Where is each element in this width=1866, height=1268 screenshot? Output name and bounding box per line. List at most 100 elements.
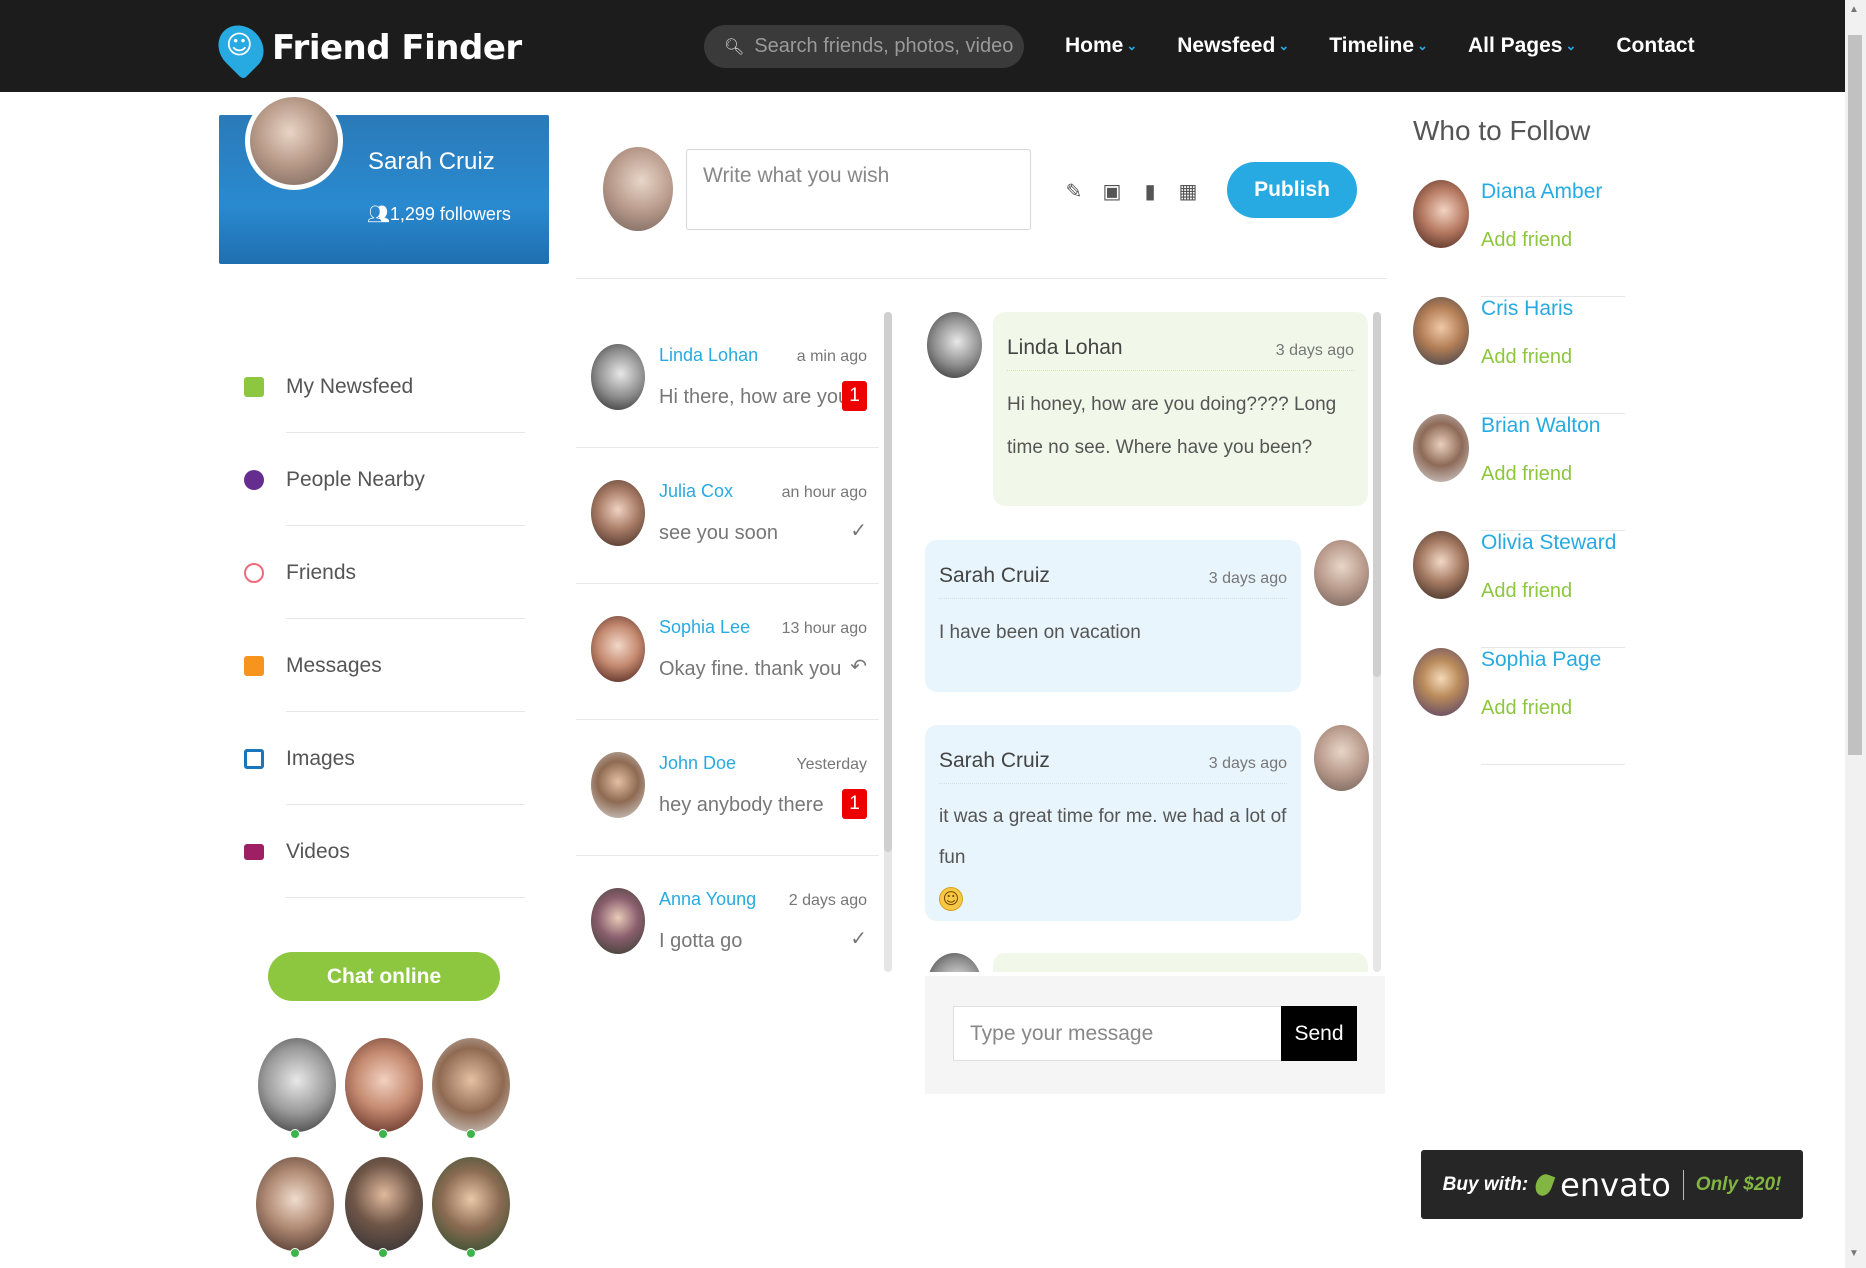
conversation-preview: Okay fine. thank you: [659, 658, 842, 680]
scroll-up-arrow-icon[interactable]: ▲: [1849, 4, 1859, 15]
conversation-name: John Doe: [659, 753, 737, 773]
post-input[interactable]: [686, 149, 1031, 230]
envato-brand: envato: [1560, 1165, 1671, 1204]
online-friend-avatar[interactable]: [345, 1038, 423, 1132]
page-scrollbar-thumb[interactable]: [1848, 35, 1862, 755]
image-icon[interactable]: ▣: [1102, 179, 1122, 203]
follow-avatar[interactable]: [1413, 297, 1469, 365]
sidebar-item-my-newsfeed[interactable]: My Newsfeed: [240, 340, 525, 433]
conversation-name: Julia Cox: [659, 481, 734, 501]
map-icon[interactable]: ▦: [1178, 179, 1198, 203]
conversation-time: a min ago: [796, 348, 867, 365]
add-friend-link[interactable]: Add friend: [1481, 580, 1572, 603]
online-status-dot: [466, 1129, 476, 1139]
add-friend-link[interactable]: Add friend: [1481, 346, 1572, 369]
edit-icon[interactable]: ✎: [1064, 179, 1084, 203]
add-friend-link[interactable]: Add friend: [1481, 697, 1572, 720]
scroll-down-arrow-icon[interactable]: ▼: [1849, 1248, 1859, 1259]
follow-avatar[interactable]: [1413, 648, 1469, 716]
publish-button[interactable]: Publish: [1227, 162, 1357, 218]
friends-icon: [244, 562, 264, 583]
video-camera-icon[interactable]: ▮: [1140, 179, 1160, 203]
follow-avatar[interactable]: [1413, 180, 1469, 248]
follow-suggestion: Diana Amber Add friend: [1413, 180, 1625, 297]
sidebar-item-people-nearby[interactable]: People Nearby: [240, 433, 525, 526]
online-friend-avatar[interactable]: [432, 1038, 510, 1132]
search-input[interactable]: [754, 35, 1015, 58]
search-box[interactable]: 🔍︎: [704, 25, 1024, 68]
follow-name[interactable]: Brian Walton: [1481, 414, 1600, 438]
post-author-avatar: [603, 147, 673, 231]
chevron-down-icon: ⌄: [1565, 38, 1577, 53]
message-bubble: [993, 953, 1368, 972]
newsfeed-icon: [244, 376, 264, 397]
profile-name[interactable]: Sarah Cruiz: [368, 148, 495, 176]
chat-online-button[interactable]: Chat online: [268, 952, 500, 1001]
follow-avatar[interactable]: [1413, 414, 1469, 482]
sidebar-menu: My Newsfeed People Nearby Friends Messag…: [240, 340, 525, 898]
online-status-dot: [378, 1248, 388, 1258]
conversation-item[interactable]: Anna Young 2 days ago I gotta go ✓: [576, 856, 879, 992]
conversation-scrollbar-thumb[interactable]: [884, 312, 892, 852]
message-avatar: [927, 312, 982, 378]
nav-timeline[interactable]: Timeline ⌄: [1329, 34, 1428, 58]
followers-icon: 👥︎: [367, 204, 390, 224]
conversation-avatar: [591, 480, 645, 546]
post-tools: ✎ ▣ ▮ ▦: [1064, 179, 1198, 203]
follow-avatar[interactable]: [1413, 531, 1469, 599]
top-navbar: Friend Finder 🔍︎ Home⌄ Newsfeed⌄ Timelin…: [0, 0, 1845, 92]
nav-all-pages-label: All Pages: [1467, 34, 1563, 57]
online-friend-avatar[interactable]: [345, 1157, 423, 1251]
nav-home[interactable]: Home ⌄: [1065, 34, 1137, 58]
message-author: Sarah Cruiz: [939, 749, 1050, 772]
add-friend-link[interactable]: Add friend: [1481, 229, 1572, 252]
online-friend-avatar[interactable]: [256, 1157, 334, 1251]
read-check-icon: ✓: [850, 926, 867, 950]
online-status-dot: [290, 1248, 300, 1258]
message-text-content: it was a great time for me. we had a lot…: [939, 806, 1287, 868]
follow-suggestion: Sophia Page Add friend: [1413, 648, 1625, 765]
nav-contact[interactable]: Contact: [1616, 34, 1694, 58]
message-input[interactable]: [953, 1006, 1283, 1061]
conversation-item[interactable]: Julia Cox an hour ago see you soon ✓: [576, 448, 879, 584]
online-status-dot: [466, 1248, 476, 1258]
conversation-item[interactable]: John Doe Yesterday hey anybody there 1: [576, 720, 879, 856]
follow-name[interactable]: Cris Haris: [1481, 297, 1573, 321]
logo[interactable]: Friend Finder: [209, 16, 522, 80]
sidebar-item-label: Images: [286, 746, 355, 770]
logo-icon: [209, 16, 273, 80]
chat-scrollbar-thumb[interactable]: [1373, 312, 1381, 677]
sidebar-item-images[interactable]: Images: [240, 712, 525, 805]
sidebar-item-messages[interactable]: Messages: [240, 619, 525, 712]
read-check-icon: ✓: [850, 518, 867, 542]
conversation-name: Linda Lohan: [659, 345, 759, 365]
envato-leaf-icon: [1532, 1171, 1556, 1198]
send-button[interactable]: Send: [1281, 1006, 1357, 1061]
conversation-list: Linda Lohan a min ago Hi there, how are …: [576, 312, 879, 992]
unread-badge: 1: [842, 381, 867, 411]
sidebar-item-friends[interactable]: Friends: [240, 526, 525, 619]
buy-with-envato-banner[interactable]: Buy with: envato Only $20!: [1421, 1150, 1803, 1219]
conversation-name: Anna Young: [659, 889, 757, 909]
follow-name[interactable]: Diana Amber: [1481, 180, 1602, 204]
logo-text: Friend Finder: [272, 28, 522, 68]
nav-timeline-label: Timeline: [1329, 34, 1415, 57]
conversation-item[interactable]: Linda Lohan a min ago Hi there, how are …: [576, 312, 879, 448]
follow-name[interactable]: Sophia Page: [1481, 648, 1601, 672]
people-nearby-icon: [244, 469, 264, 490]
profile-avatar[interactable]: [245, 92, 343, 190]
messages-icon: [244, 655, 264, 676]
conversation-item[interactable]: Sophia Lee 13 hour ago Okay fine. thank …: [576, 584, 879, 720]
profile-followers: 👥︎1,299 followers: [367, 204, 511, 225]
follow-name[interactable]: Olivia Steward: [1481, 531, 1616, 555]
online-friend-avatar[interactable]: [258, 1038, 336, 1132]
nav-newsfeed-label: Newsfeed: [1177, 34, 1276, 57]
nav-all-pages[interactable]: All Pages ⌄: [1468, 34, 1576, 58]
nav-newsfeed[interactable]: Newsfeed ⌄: [1177, 34, 1289, 58]
sidebar-item-videos[interactable]: Videos: [240, 805, 525, 898]
add-friend-link[interactable]: Add friend: [1481, 463, 1572, 486]
sidebar-item-label: Messages: [286, 653, 382, 677]
images-icon: [244, 748, 264, 769]
message-time: 3 days ago: [1275, 342, 1354, 359]
online-friend-avatar[interactable]: [432, 1157, 510, 1251]
